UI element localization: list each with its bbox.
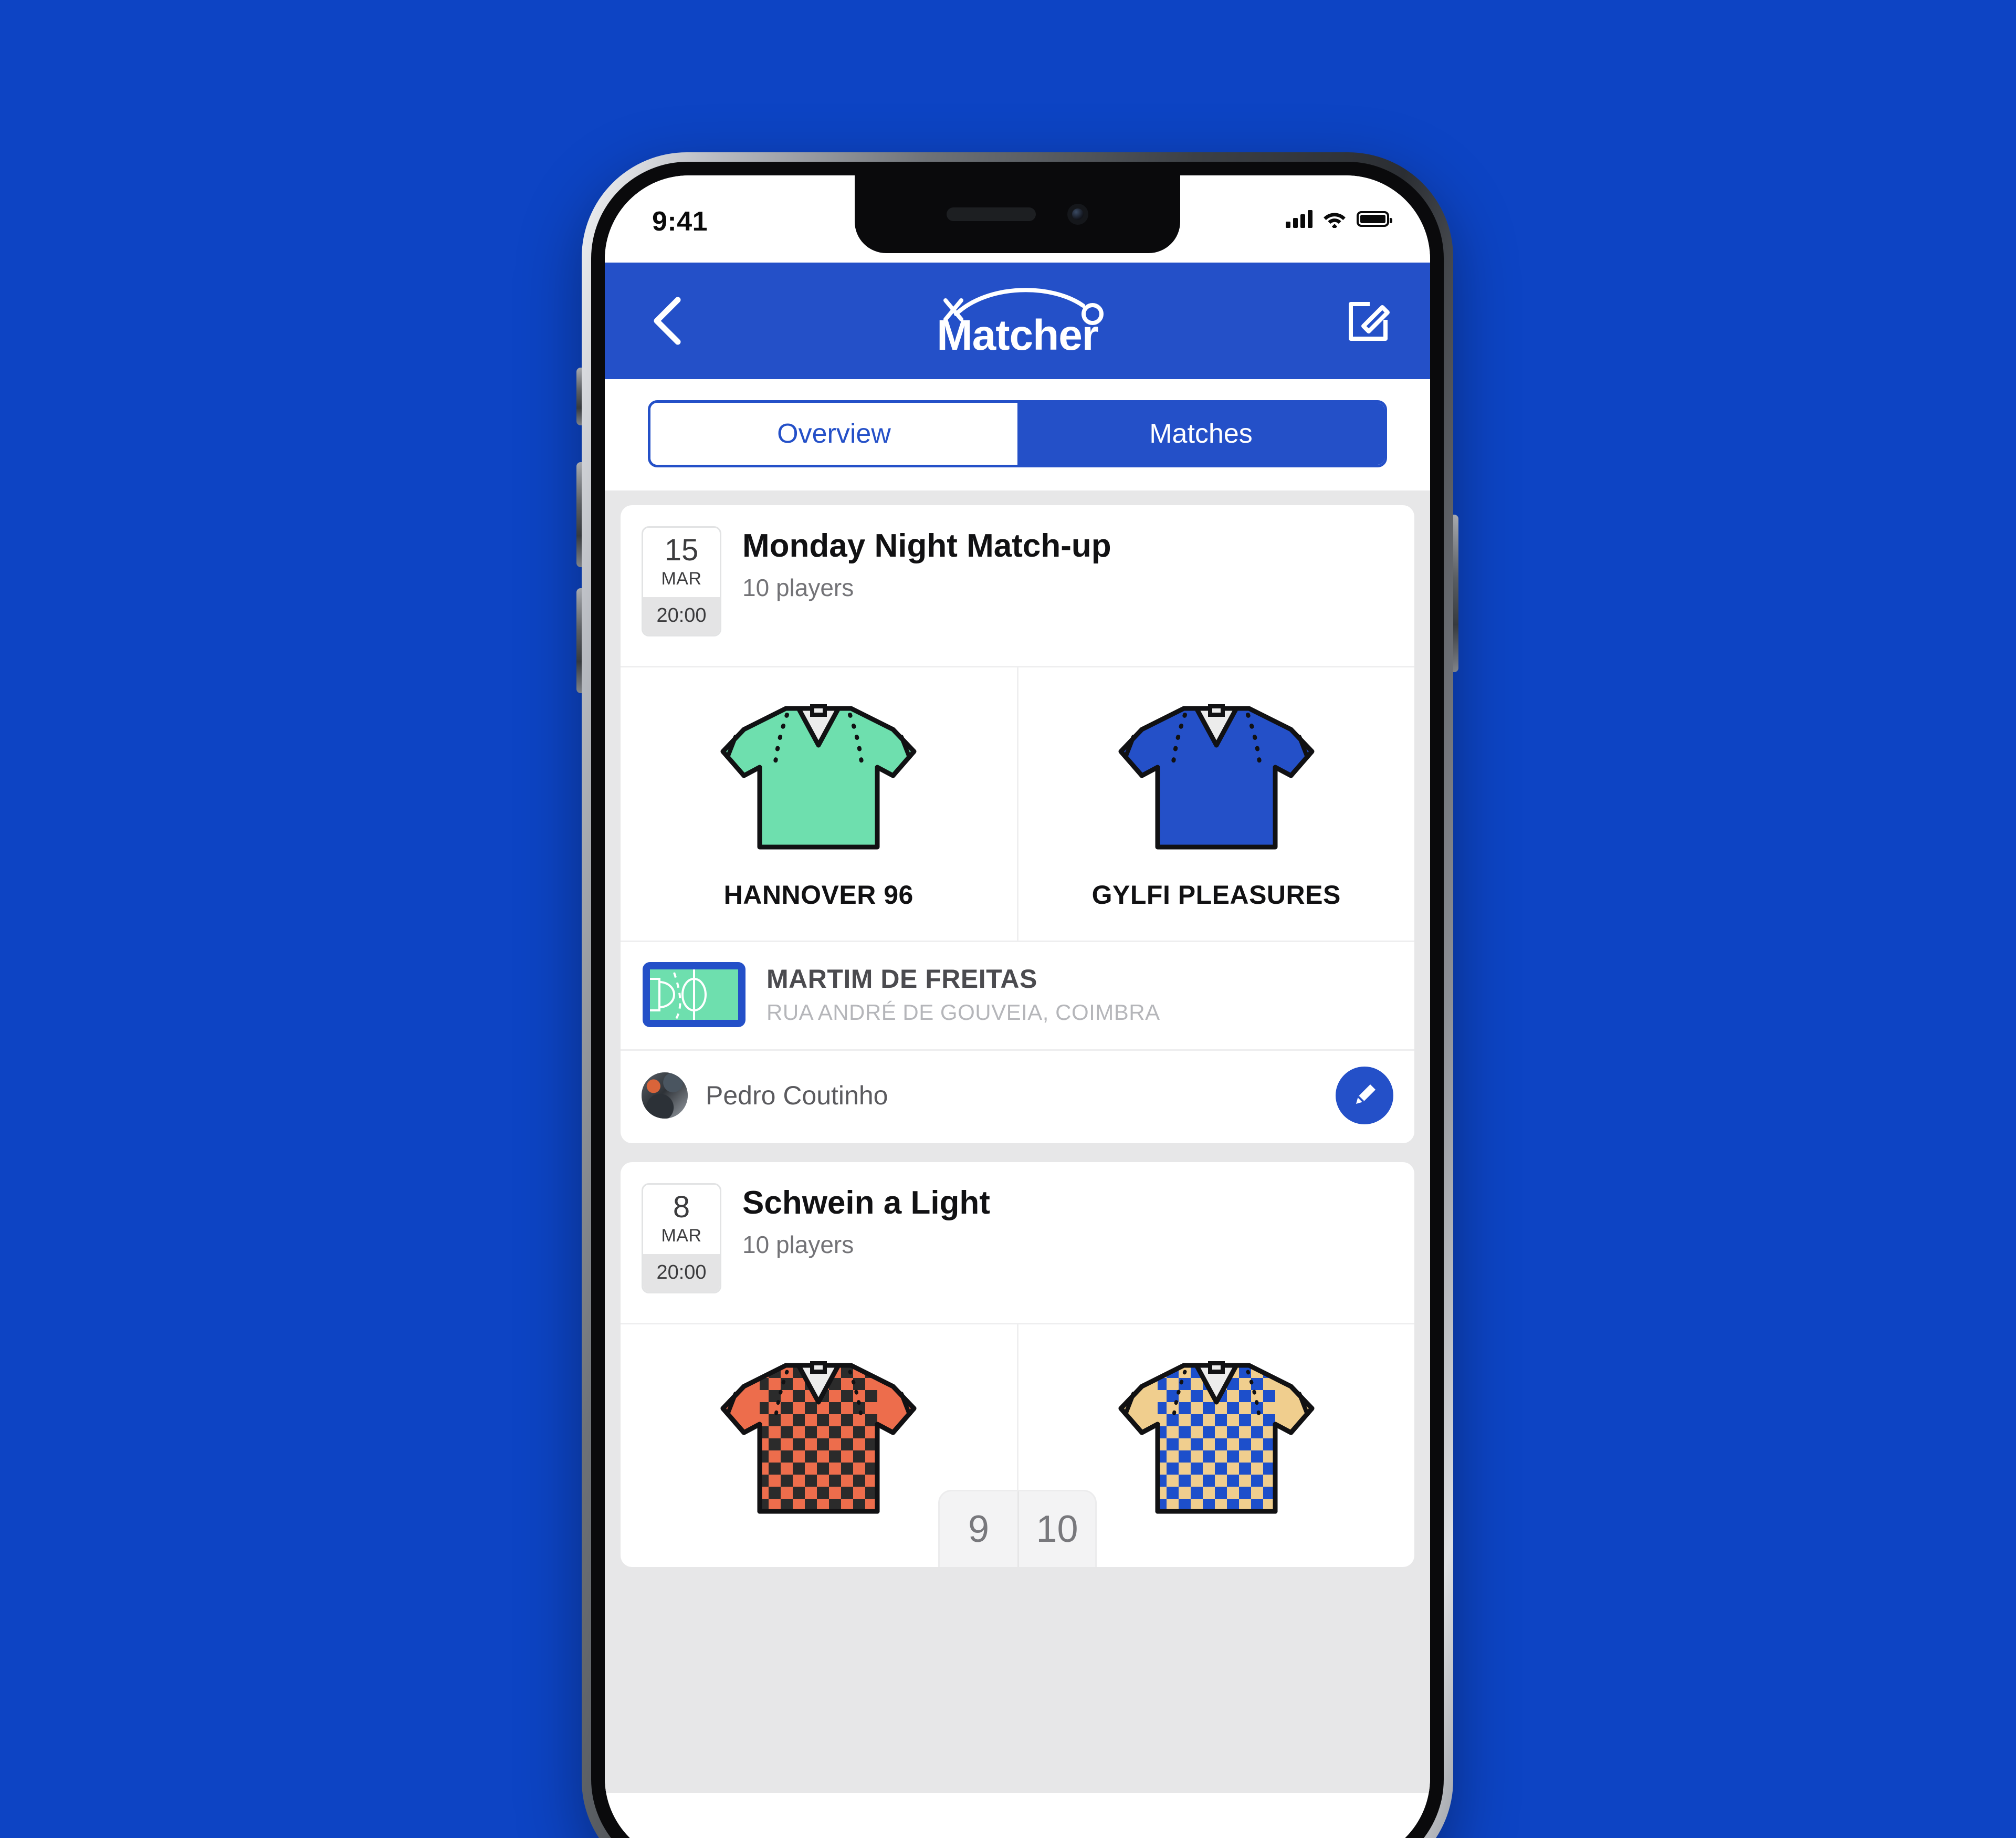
team-away[interactable]: GYLFI PLEASURES <box>1016 667 1415 941</box>
earpiece-speaker <box>947 207 1036 221</box>
jersey-icon <box>708 697 929 860</box>
matches-list[interactable]: 15 MAR 20:00 Monday Night Match-up 10 pl… <box>605 490 1430 1793</box>
match-card[interactable]: 15 MAR 20:00 Monday Night Match-up 10 pl… <box>621 505 1414 1143</box>
front-camera-icon <box>1067 204 1088 225</box>
chevron-left-icon <box>654 297 681 345</box>
teams-row: HANNOVER 96 GYLFI PLEASURES <box>621 666 1414 941</box>
venue-row[interactable]: MARTIM DE FREITAS RUA ANDRÉ DE GOUVEIA, … <box>621 941 1414 1049</box>
match-info: Monday Night Match-up 10 players <box>742 526 1111 602</box>
compose-edit-icon <box>1349 302 1390 341</box>
back-button[interactable] <box>637 292 695 350</box>
app-title: Matcher <box>937 311 1098 359</box>
cellular-signal-icon <box>1286 210 1312 228</box>
score-display: 9 10 <box>940 1491 1095 1567</box>
date-day: 15 <box>664 533 699 567</box>
status-bar-time: 9:41 <box>652 206 708 237</box>
date-badge: 15 MAR 20:00 <box>642 526 721 636</box>
score-away: 10 <box>1017 1491 1095 1567</box>
match-info: Schwein a Light 10 players <box>742 1183 990 1259</box>
team-name: GYLFI PLEASURES <box>1091 880 1341 910</box>
device-notch <box>855 175 1180 253</box>
phone-screen: 9:41 Matcher Overview Matches 15 MAR 20:… <box>605 175 1430 1838</box>
avatar <box>642 1072 688 1119</box>
organizer-row: Pedro Coutinho <box>621 1049 1414 1143</box>
match-card-header: 15 MAR 20:00 Monday Night Match-up 10 pl… <box>621 505 1414 666</box>
battery-full-icon <box>1357 211 1392 227</box>
organizer-name: Pedro Coutinho <box>706 1081 888 1110</box>
jersey-icon <box>1106 697 1327 860</box>
date-time: 20:00 <box>643 1254 720 1292</box>
match-card-header: 8 MAR 20:00 Schwein a Light 10 players <box>621 1162 1414 1323</box>
match-player-count: 10 players <box>742 1231 854 1259</box>
tab-bar-container: Overview Matches <box>605 379 1430 490</box>
match-player-count: 10 players <box>742 574 854 602</box>
pitch-icon <box>642 961 747 1028</box>
team-name: HANNOVER 96 <box>723 880 914 910</box>
app-header: Matcher <box>605 263 1430 379</box>
pencil-icon <box>1356 1084 1376 1104</box>
jersey-icon <box>708 1354 929 1517</box>
jersey-icon <box>1106 1354 1327 1517</box>
team-home[interactable]: HANNOVER 96 <box>621 667 1017 941</box>
phone-frame: 9:41 Matcher Overview Matches 15 MAR 20:… <box>582 152 1453 1838</box>
score-home: 9 <box>968 1508 990 1550</box>
teams-row: 9 10 <box>621 1323 1414 1567</box>
date-month: MAR <box>661 569 702 589</box>
match-title: Schwein a Light <box>742 1185 990 1221</box>
venue-text: MARTIM DE FREITAS RUA ANDRÉ DE GOUVEIA, … <box>766 964 1160 1025</box>
tab-overview[interactable]: Overview <box>650 403 1017 465</box>
date-badge: 8 MAR 20:00 <box>642 1183 721 1293</box>
wifi-icon <box>1324 213 1346 228</box>
venue-name: MARTIM DE FREITAS <box>766 964 1037 994</box>
tab-matches[interactable]: Matches <box>1017 403 1384 465</box>
compose-button[interactable] <box>1340 292 1398 350</box>
venue-address: RUA ANDRÉ DE GOUVEIA, COIMBRA <box>766 999 1160 1025</box>
date-time: 20:00 <box>643 597 720 635</box>
app-logo: Matcher <box>894 280 1141 359</box>
match-title: Monday Night Match-up <box>742 528 1111 564</box>
status-bar-icons <box>1286 206 1392 228</box>
match-card[interactable]: 8 MAR 20:00 Schwein a Light 10 players 9… <box>621 1162 1414 1567</box>
phone-bezel: 9:41 Matcher Overview Matches 15 MAR 20:… <box>591 162 1444 1838</box>
edit-match-button[interactable] <box>1336 1067 1393 1124</box>
date-day: 8 <box>673 1190 690 1224</box>
date-month: MAR <box>661 1226 702 1246</box>
segmented-control: Overview Matches <box>648 400 1387 467</box>
